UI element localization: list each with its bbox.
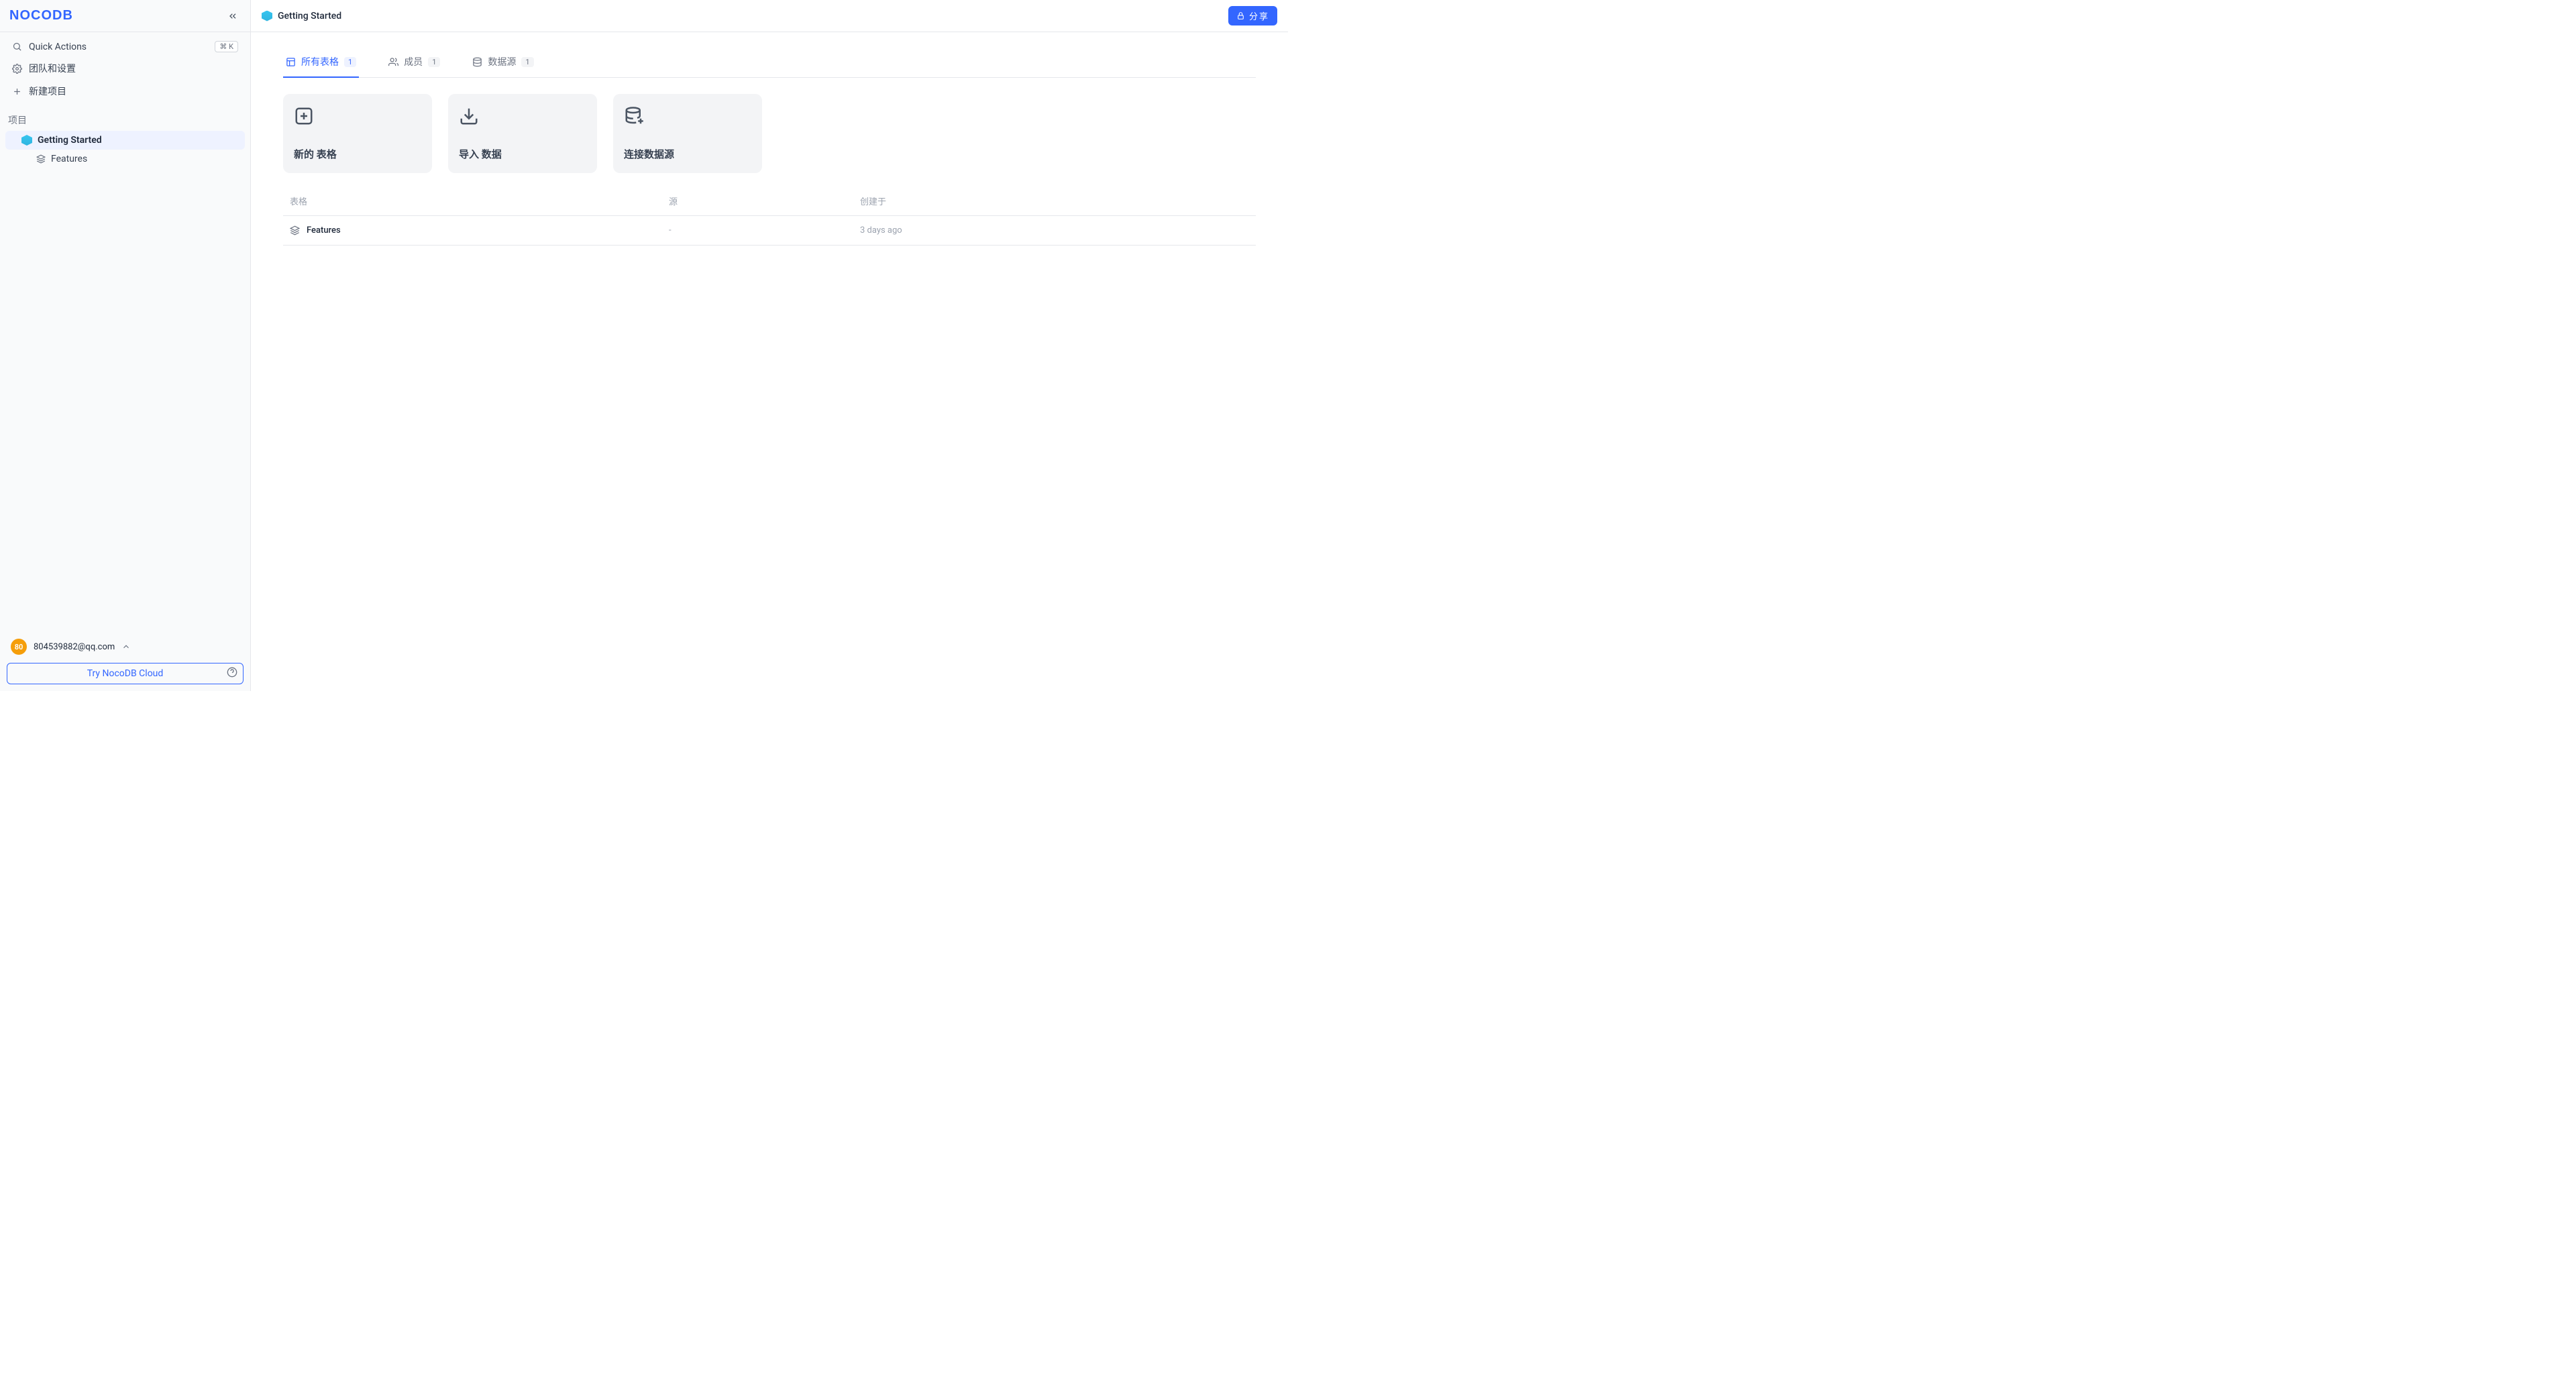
tab-sources[interactable]: 数据源 1 bbox=[470, 48, 536, 78]
chevron-double-left-icon bbox=[227, 11, 238, 21]
sidebar-top: Quick Actions ⌘ K 团队和设置 新建项目 bbox=[0, 32, 250, 107]
chevron-up-icon bbox=[121, 642, 131, 651]
layers-icon bbox=[290, 225, 300, 235]
sidebar: NOCODB Quick Actions ⌘ K 团队和设置 新建项目 项目 G… bbox=[0, 0, 251, 691]
card-label: 连接数据源 bbox=[624, 147, 751, 161]
download-icon bbox=[459, 106, 586, 129]
new-table-card[interactable]: 新的 表格 bbox=[283, 94, 432, 173]
tabs: 所有表格 1 成员 1 数据源 1 bbox=[283, 48, 1256, 78]
gear-icon bbox=[12, 64, 22, 74]
tab-members[interactable]: 成员 1 bbox=[386, 48, 443, 78]
share-label: 分享 bbox=[1249, 9, 1269, 22]
new-project-button[interactable]: 新建项目 bbox=[5, 80, 245, 103]
try-cloud-label: Try NocoDB Cloud bbox=[87, 668, 164, 679]
main: Getting Started 分享 所有表格 1 成员 1 数据源 1 bbox=[251, 0, 1288, 691]
user-menu[interactable]: 80 804539882@qq.com bbox=[7, 635, 244, 663]
quick-actions-button[interactable]: Quick Actions ⌘ K bbox=[5, 36, 245, 57]
tab-count: 1 bbox=[344, 57, 356, 67]
tab-count: 1 bbox=[521, 57, 533, 67]
plus-square-icon bbox=[294, 106, 421, 129]
col-header-source: 源 bbox=[669, 195, 860, 207]
new-project-label: 新建项目 bbox=[29, 85, 66, 98]
user-email: 804539882@qq.com bbox=[34, 642, 115, 652]
table-name: Features bbox=[51, 154, 87, 164]
search-icon bbox=[12, 42, 22, 52]
tab-count: 1 bbox=[428, 57, 440, 67]
card-label: 新的 表格 bbox=[294, 147, 421, 161]
database-icon bbox=[472, 57, 482, 67]
project-name: Getting Started bbox=[38, 135, 102, 146]
content: 所有表格 1 成员 1 数据源 1 新的 表格 bbox=[251, 32, 1288, 262]
team-settings-label: 团队和设置 bbox=[29, 62, 76, 75]
table-icon bbox=[286, 57, 296, 67]
database-plus-icon bbox=[624, 106, 751, 129]
avatar: 80 bbox=[11, 639, 27, 655]
lock-icon bbox=[1236, 11, 1245, 20]
breadcrumb[interactable]: Getting Started bbox=[262, 11, 341, 21]
import-data-card[interactable]: 导入 数据 bbox=[448, 94, 597, 173]
logo[interactable]: NOCODB bbox=[9, 8, 73, 23]
col-header-name: 表格 bbox=[290, 195, 669, 207]
keyboard-shortcut: ⌘ K bbox=[215, 41, 238, 52]
project-item[interactable]: Getting Started bbox=[5, 131, 245, 150]
plus-icon bbox=[12, 87, 22, 97]
team-settings-button[interactable]: 团队和设置 bbox=[5, 57, 245, 80]
quick-actions-label: Quick Actions bbox=[29, 42, 87, 52]
users-icon bbox=[388, 57, 398, 67]
layers-icon bbox=[36, 154, 46, 164]
row-source: - bbox=[669, 225, 860, 235]
help-icon-wrapper[interactable] bbox=[227, 667, 237, 680]
card-label: 导入 数据 bbox=[459, 147, 586, 161]
table-row[interactable]: Features - 3 days ago bbox=[283, 215, 1256, 246]
page-title: Getting Started bbox=[278, 11, 341, 21]
project-tree: Getting Started Features bbox=[0, 131, 250, 168]
row-name: Features bbox=[307, 225, 341, 235]
project-icon bbox=[262, 11, 272, 21]
tab-label: 成员 bbox=[404, 55, 423, 68]
col-header-created: 创建于 bbox=[860, 195, 1249, 207]
projects-section-label: 项目 bbox=[0, 107, 250, 131]
sidebar-collapse-button[interactable] bbox=[223, 7, 242, 25]
connect-source-card[interactable]: 连接数据源 bbox=[613, 94, 762, 173]
sidebar-footer: 80 804539882@qq.com Try NocoDB Cloud bbox=[0, 628, 250, 691]
sidebar-header: NOCODB bbox=[0, 0, 250, 32]
help-icon bbox=[227, 667, 237, 678]
share-button[interactable]: 分享 bbox=[1228, 6, 1277, 25]
tab-all-tables[interactable]: 所有表格 1 bbox=[283, 48, 359, 78]
topbar: Getting Started 分享 bbox=[251, 0, 1288, 32]
project-icon bbox=[21, 135, 32, 146]
table-item[interactable]: Features bbox=[5, 150, 245, 168]
tab-label: 数据源 bbox=[488, 55, 516, 68]
table-head: 表格 源 创建于 bbox=[283, 187, 1256, 215]
row-created: 3 days ago bbox=[860, 225, 1249, 235]
try-cloud-button[interactable]: Try NocoDB Cloud bbox=[7, 663, 244, 684]
tab-label: 所有表格 bbox=[301, 55, 339, 68]
action-cards: 新的 表格 导入 数据 连接数据源 bbox=[283, 94, 1256, 173]
